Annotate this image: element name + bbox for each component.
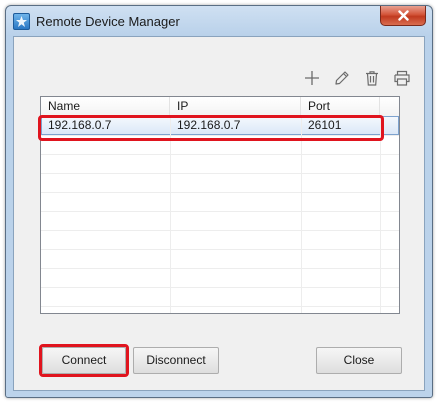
print-button[interactable]: [392, 68, 412, 88]
row-divider: [41, 154, 399, 155]
device-table[interactable]: Name IP Port 192.168.0.7 192.168.0.7 261…: [40, 96, 400, 314]
add-button[interactable]: [302, 68, 322, 88]
edit-button[interactable]: [332, 68, 352, 88]
row-divider: [41, 306, 399, 307]
cell-name: 192.168.0.7: [48, 118, 112, 132]
row-divider: [41, 192, 399, 193]
row-divider: [41, 230, 399, 231]
column-divider: [380, 116, 381, 313]
window-close-button[interactable]: [380, 6, 426, 26]
row-divider: [41, 249, 399, 250]
window-title: Remote Device Manager: [36, 14, 180, 29]
delete-button[interactable]: [362, 68, 382, 88]
column-header-ip[interactable]: IP: [170, 97, 301, 116]
column-divider: [170, 116, 171, 313]
row-divider: [41, 135, 399, 136]
title-bar[interactable]: Remote Device Manager: [6, 6, 432, 36]
dialog-client-area: Name IP Port 192.168.0.7 192.168.0.7 261…: [13, 36, 425, 391]
row-divider: [41, 268, 399, 269]
table-header: Name IP Port: [41, 97, 399, 117]
column-header-name[interactable]: Name: [41, 97, 170, 116]
column-header-port[interactable]: Port: [301, 97, 380, 116]
column-divider: [301, 116, 302, 313]
dialog-window: Remote Device Manager Name IP Port 192.1…: [5, 5, 433, 398]
app-icon: [13, 13, 30, 30]
print-icon: [394, 70, 410, 86]
delete-icon: [366, 71, 378, 86]
row-divider: [41, 287, 399, 288]
connect-button[interactable]: Connect: [42, 347, 126, 374]
toolbar: [302, 68, 412, 88]
close-button[interactable]: Close: [316, 347, 402, 374]
table-row[interactable]: 192.168.0.7 192.168.0.7 26101: [41, 116, 399, 135]
cell-ip: 192.168.0.7: [177, 118, 241, 132]
close-icon: [398, 10, 409, 21]
disconnect-button[interactable]: Disconnect: [133, 347, 219, 374]
row-divider: [41, 173, 399, 174]
row-divider: [41, 211, 399, 212]
add-icon: [305, 71, 319, 85]
cell-port: 26101: [308, 118, 342, 132]
edit-icon: [335, 71, 349, 85]
